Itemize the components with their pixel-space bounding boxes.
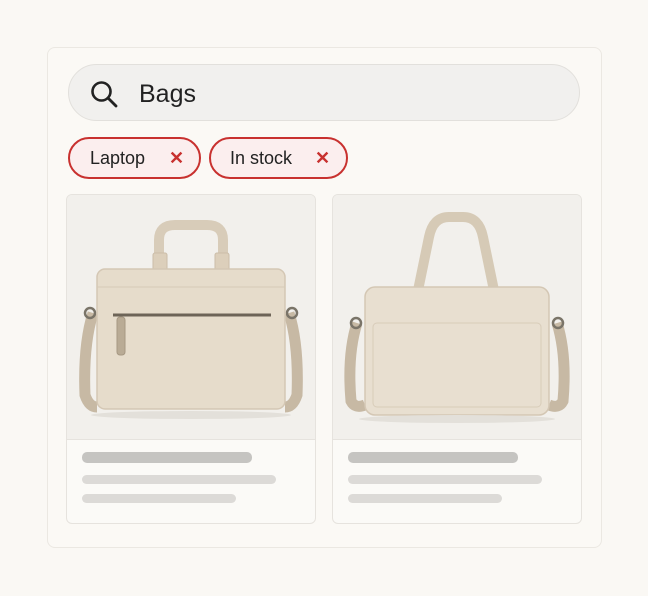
title-placeholder [348, 452, 518, 463]
product-card[interactable] [66, 194, 316, 524]
close-icon[interactable]: ✕ [315, 148, 330, 169]
laptop-bag-with-tall-handles-image [344, 212, 570, 423]
product-card[interactable] [332, 194, 582, 524]
laptop-bag-with-front-zipper-image [79, 220, 303, 419]
close-icon[interactable]: ✕ [169, 148, 184, 169]
text-placeholder [82, 475, 276, 484]
search-input[interactable]: Bags [139, 79, 196, 109]
search-bar[interactable]: Bags [68, 64, 580, 121]
text-placeholder [348, 475, 542, 484]
filter-chip-in-stock[interactable]: In stock ✕ [209, 137, 348, 179]
title-placeholder [82, 452, 252, 463]
text-placeholder [348, 494, 502, 503]
card-divider [67, 439, 315, 440]
filter-chip-label: In stock [230, 147, 293, 168]
card-divider [333, 439, 581, 440]
filter-chip-label: Laptop [90, 147, 146, 168]
product-image[interactable] [333, 195, 581, 439]
search-icon [91, 81, 118, 108]
product-image[interactable] [67, 195, 315, 439]
text-placeholder [82, 494, 236, 503]
filter-chip-laptop[interactable]: Laptop ✕ [68, 137, 201, 179]
